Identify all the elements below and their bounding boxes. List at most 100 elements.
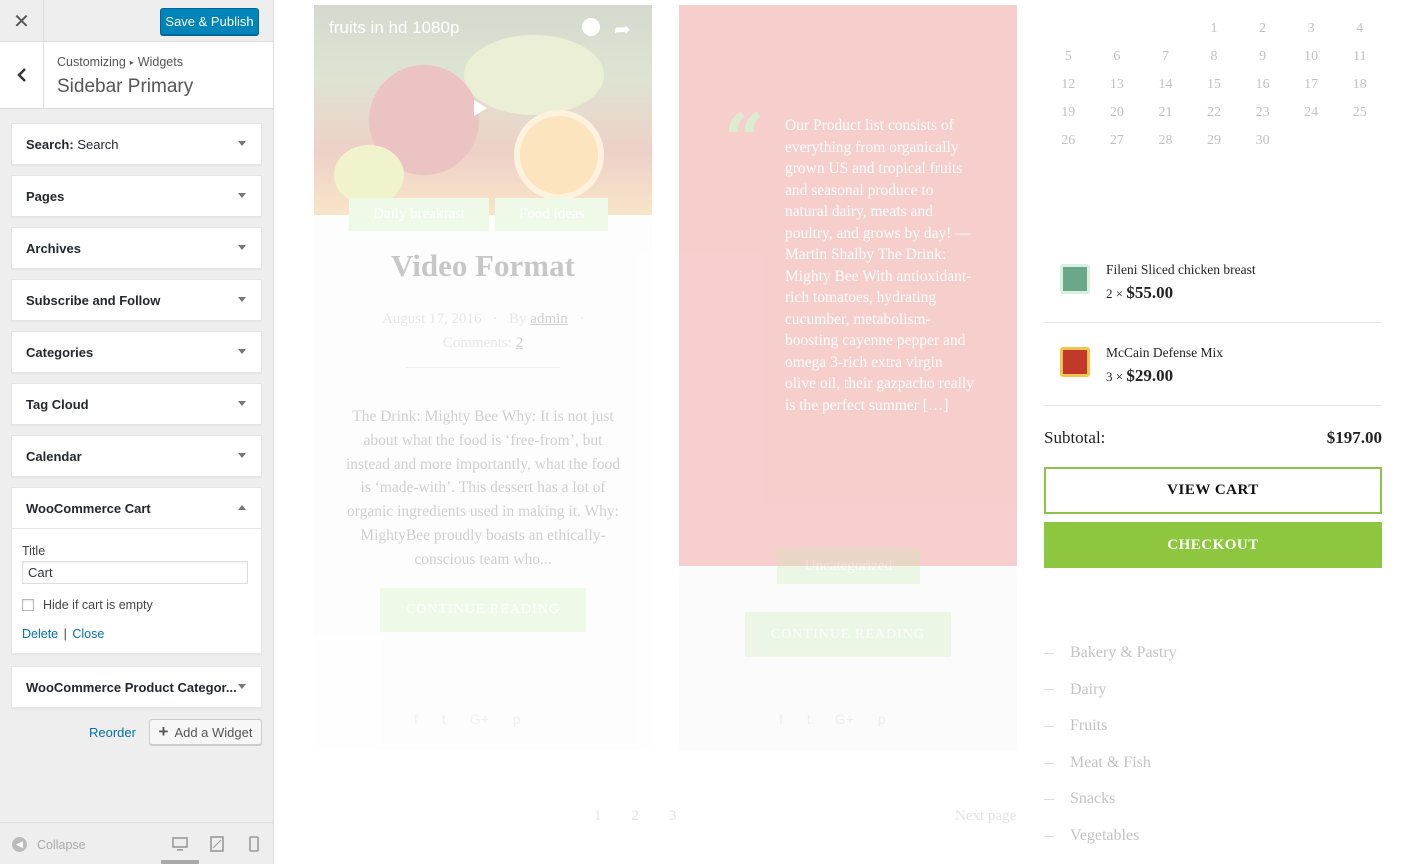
category-link[interactable]: Dairy [1070,681,1106,698]
facebook-icon[interactable]: f [414,711,418,727]
calendar-day: 20 [1109,105,1124,120]
post-date: August 17, 2016 [381,311,482,327]
category-link[interactable]: Vegetables [1070,827,1139,844]
category-tag[interactable]: Uncategorized [777,548,920,584]
collapse-button[interactable]: ◀ Collapse [12,837,86,852]
caret-down-icon[interactable] [238,245,246,250]
widget-calendar[interactable]: Calendar [11,435,262,477]
widget-header[interactable]: WooCommerce Product Categor... [12,667,261,707]
list-item[interactable]: Meat & Fish [1044,745,1177,782]
breadcrumb: Customizing ▸ Widgets [57,55,183,69]
category-link[interactable]: Snacks [1070,790,1115,807]
section-title: Sidebar Primary [57,76,194,97]
post-card-video: fruits in hd 1080p ➦ Daily breakfast Foo… [314,5,652,750]
widget-header[interactable]: Archives [12,228,261,268]
tag-link[interactable]: Food ideas [495,198,609,231]
by-label: By [509,311,527,327]
close-icon[interactable]: ✕ [0,0,44,42]
product-name[interactable]: McCain Defense Mix [1106,345,1223,361]
widget-header[interactable]: Pages [12,176,261,216]
widget-tag-cloud[interactable]: Tag Cloud [11,383,262,425]
calendar-day: 16 [1255,77,1270,92]
reorder-link[interactable]: Reorder [89,725,136,740]
widget-categories[interactable]: Categories [11,331,262,373]
category-link[interactable]: Meat & Fish [1070,754,1151,771]
google-plus-icon[interactable]: G+ [835,711,854,727]
watch-later-icon[interactable] [582,18,600,36]
widget-header[interactable]: Search: Search [12,124,261,164]
price: $55.00 [1126,283,1174,302]
next-page-link[interactable]: Next page [955,808,1016,825]
facebook-icon[interactable]: f [779,711,783,727]
calendar-day: 25 [1352,105,1367,120]
page-link[interactable]: 2 [632,808,640,825]
continue-reading-button[interactable]: CONTINUE READING [745,612,951,657]
continue-reading-button[interactable]: CONTINUE READING [380,588,586,632]
caret-down-icon[interactable] [238,297,246,302]
tablet-preview-icon[interactable] [209,836,225,852]
widget-header[interactable]: WooCommerce Cart [12,488,261,528]
pinterest-icon[interactable]: p [878,711,886,727]
list-item[interactable]: Vegetables [1044,818,1177,855]
desktop-preview-icon[interactable] [172,836,188,852]
checkout-button[interactable]: CHECKOUT [1044,522,1382,568]
widget-header[interactable]: Subscribe and Follow [12,280,261,320]
cart-item: Fileni Sliced chicken breast 2 × $55.00 [1044,262,1382,322]
caret-down-icon[interactable] [238,684,246,689]
category-link[interactable]: Fruits [1070,717,1107,734]
widget-header[interactable]: Categories [12,332,261,372]
save-publish-button[interactable]: Save & Publish [160,8,259,35]
twitter-icon[interactable]: t [442,711,446,727]
post-title[interactable]: Video Format [314,248,652,284]
list-item[interactable]: Snacks [1044,781,1177,818]
widget-subscribe-follow[interactable]: Subscribe and Follow [11,279,262,321]
author-link[interactable]: admin [530,311,568,327]
widget-woocommerce-cart[interactable]: WooCommerce Cart Title Hide if cart is e… [11,487,262,654]
caret-down-icon[interactable] [238,193,246,198]
caret-down-icon[interactable] [238,401,246,406]
add-widget-button[interactable]: + Add a Widget [149,719,262,745]
tag-link[interactable]: Daily breakfast [349,198,490,231]
chevron-left-icon [16,68,26,82]
widget-search[interactable]: Search: Search [11,123,262,165]
product-thumbnail[interactable] [1060,347,1090,377]
list-item[interactable]: Dairy [1044,672,1177,709]
product-name[interactable]: Fileni Sliced chicken breast [1106,262,1256,278]
caret-up-icon[interactable] [238,505,246,510]
view-cart-button[interactable]: VIEW CART [1044,467,1382,514]
share-icon[interactable]: ➦ [614,17,631,41]
page-link[interactable]: 3 [669,808,677,825]
list-item[interactable]: Fruits [1044,708,1177,745]
category-link[interactable]: Bakery & Pastry [1070,644,1177,661]
bullet-dash [1044,726,1054,728]
pinterest-icon[interactable]: p [513,711,521,727]
divider [406,367,560,368]
list-item[interactable]: Bakery & Pastry [1044,635,1177,672]
caret-down-icon[interactable] [238,453,246,458]
caret-down-icon[interactable] [238,349,246,354]
breadcrumb-separator: ▸ [129,58,134,67]
delete-link[interactable]: Delete [22,627,58,641]
google-plus-icon[interactable]: G+ [470,711,489,727]
video-thumbnail[interactable]: fruits in hd 1080p ➦ [314,5,652,215]
widget-woocommerce-product-categories[interactable]: WooCommerce Product Categor... [11,666,262,708]
hide-if-empty-checkbox[interactable] [22,599,34,611]
widget-pages[interactable]: Pages [11,175,262,217]
play-icon[interactable] [474,100,487,116]
bullet-dash [1044,762,1054,764]
twitter-icon[interactable]: t [807,711,811,727]
widget-header[interactable]: Tag Cloud [12,384,261,424]
comments-count[interactable]: 2 [516,335,524,351]
product-thumbnail[interactable] [1060,264,1090,294]
widget-header[interactable]: Calendar [12,436,261,476]
widget-archives[interactable]: Archives [11,227,262,269]
calendar-day: 14 [1158,77,1173,92]
close-link[interactable]: Close [72,627,104,641]
page-link[interactable]: 1 [594,808,602,825]
title-input[interactable] [22,561,248,584]
mobile-preview-icon[interactable] [246,836,262,852]
bullet-dash [1044,835,1054,837]
pagination: 1 2 3 [594,808,677,825]
back-button[interactable] [0,42,44,108]
caret-down-icon[interactable] [238,141,246,146]
